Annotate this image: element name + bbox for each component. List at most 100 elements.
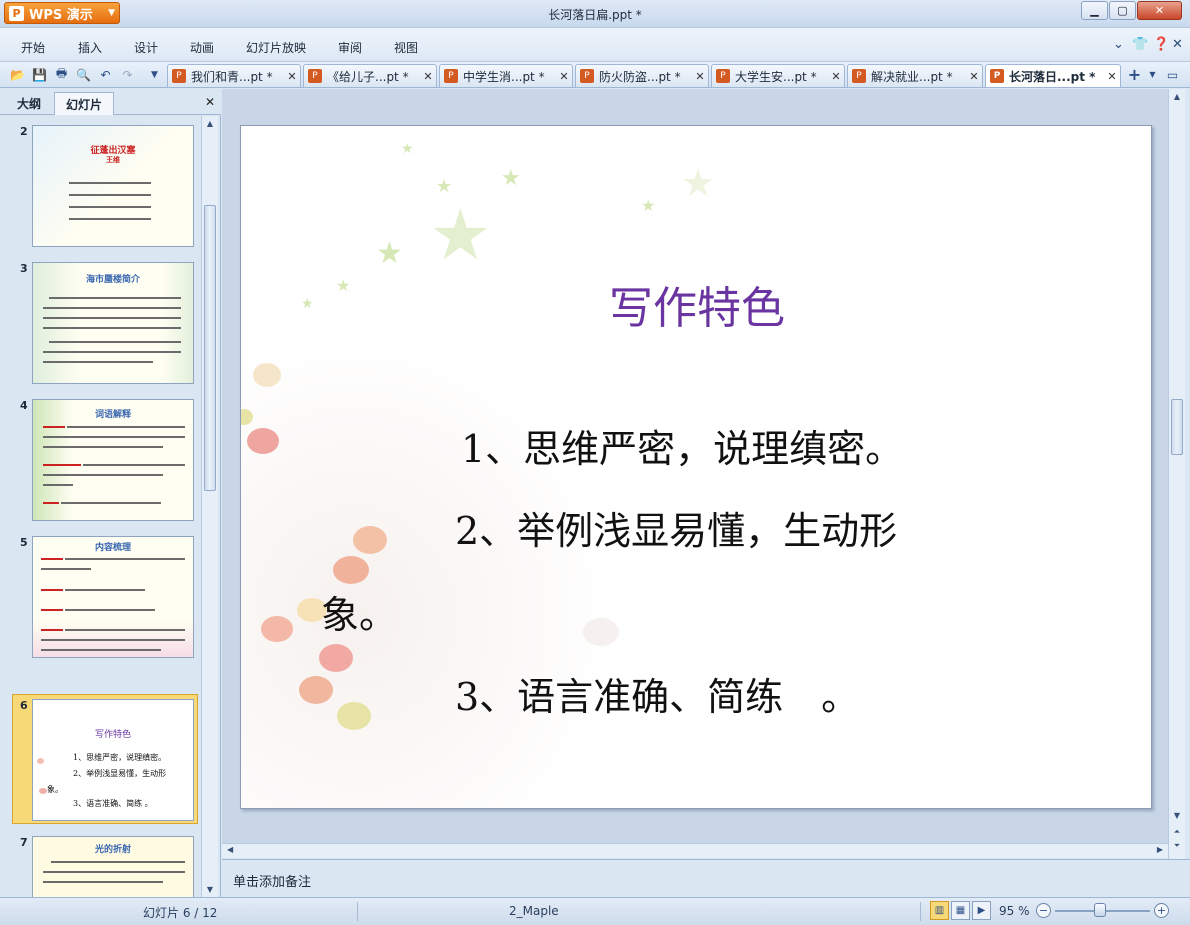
close-doc-icon[interactable]: ✕ bbox=[1172, 37, 1183, 52]
slide-thumbnail-3[interactable]: 海市蜃楼简介 bbox=[32, 262, 194, 384]
scroll-down-icon[interactable]: ▼ bbox=[202, 885, 218, 894]
scrollbar-thumb[interactable] bbox=[204, 205, 216, 491]
close-panel-icon[interactable]: ✕ bbox=[205, 95, 215, 109]
maximize-button[interactable]: ▢ bbox=[1109, 1, 1136, 20]
close-window-button[interactable]: ✕ bbox=[1137, 1, 1182, 20]
slide-thumbnail-2[interactable]: 征蓬出汉塞 王维 bbox=[32, 125, 194, 247]
doc-tab-1[interactable]: P 我们和青...pt * ✕ bbox=[167, 64, 301, 87]
ppt-file-icon: P bbox=[444, 69, 458, 83]
doc-tab-4[interactable]: P 防火防盗...pt * ✕ bbox=[575, 64, 709, 87]
candy-decoration bbox=[319, 644, 353, 672]
slide-title[interactable]: 写作特色 bbox=[241, 272, 1151, 336]
window-layout-icon[interactable]: ▭ bbox=[1164, 66, 1181, 83]
grid-view-icon: ▦ bbox=[955, 905, 966, 916]
doc-tab-3[interactable]: P 中学生消...pt * ✕ bbox=[439, 64, 573, 87]
slide-thumbnail-7[interactable]: 光的折射 bbox=[32, 836, 194, 897]
previous-slide-icon[interactable]: ⏶ bbox=[1169, 827, 1185, 837]
ppt-file-icon: P bbox=[990, 69, 1004, 83]
undo-icon[interactable]: ↶ bbox=[97, 66, 114, 83]
ppt-file-icon: P bbox=[716, 69, 730, 83]
slide-point-2-cont[interactable]: 象。 bbox=[321, 584, 397, 639]
doc-tab-7[interactable]: P 长河落日...pt * ✕ bbox=[985, 64, 1121, 87]
slide-thumbnail-6[interactable]: 写作特色 1、思维严密，说理缜密。 2、举例浅显易懂，生动形 象。 3、语言准确… bbox=[32, 699, 194, 821]
star-decoration-icon: ★ bbox=[641, 196, 656, 215]
ppt-file-icon: P bbox=[852, 69, 866, 83]
scroll-down-icon[interactable]: ▼ bbox=[1169, 811, 1185, 820]
close-tab-icon[interactable]: ✕ bbox=[420, 70, 436, 83]
slide-thumbnail-5[interactable]: 内容梳理 bbox=[32, 536, 194, 658]
doc-tab-6[interactable]: P 解决就业...pt * ✕ bbox=[847, 64, 983, 87]
star-decoration-icon: ★ bbox=[681, 161, 716, 205]
scrollbar-thumb[interactable] bbox=[1171, 399, 1183, 455]
next-slide-icon[interactable]: ⏷ bbox=[1169, 841, 1185, 851]
close-tab-icon[interactable]: ✕ bbox=[828, 70, 844, 83]
doc-tab-5[interactable]: P 大学生安...pt * ✕ bbox=[711, 64, 845, 87]
tab-outline[interactable]: 大纲 bbox=[6, 92, 52, 115]
candy-decoration bbox=[247, 428, 279, 454]
open-folder-icon[interactable]: 📂 bbox=[9, 66, 26, 83]
menu-slideshow[interactable]: 幻灯片放映 bbox=[246, 39, 306, 56]
menu-review[interactable]: 审阅 bbox=[338, 39, 362, 56]
scroll-left-icon[interactable]: ◀ bbox=[227, 845, 233, 854]
close-tab-icon[interactable]: ✕ bbox=[692, 70, 708, 83]
minimize-button[interactable]: ▁ bbox=[1081, 1, 1108, 20]
zoom-out-button[interactable]: − bbox=[1036, 903, 1051, 918]
slide-vertical-scrollbar[interactable]: ▲ ▼ ⏶ ⏷ bbox=[1168, 89, 1185, 859]
current-slide[interactable]: ★ ★ ★ ★ ★ ★ ★ ★ ★ 写作特色 1、思维严密，说理缜密。 2、举例… bbox=[240, 125, 1152, 809]
thumb-number: 6 bbox=[20, 699, 28, 712]
menu-view[interactable]: 视图 bbox=[394, 39, 418, 56]
slide-point-2[interactable]: 2、举例浅显易懂，生动形 bbox=[455, 500, 897, 555]
slides-panel: 大纲 幻灯片 ✕ 2 征蓬出汉塞 王维 3 海市蜃楼简介 4 词语解释 5 内容… bbox=[0, 89, 221, 897]
quick-access-dropdown-icon[interactable]: ▼ bbox=[146, 66, 163, 83]
menu-home[interactable]: 开始 bbox=[21, 39, 45, 56]
window-title: 长河落日扁.ppt * bbox=[548, 8, 642, 22]
slide-point-3[interactable]: 3、语言准确、简练 。 bbox=[455, 666, 859, 721]
scroll-right-icon[interactable]: ▶ bbox=[1157, 845, 1163, 854]
slideshow-button[interactable]: ▶ bbox=[972, 901, 991, 920]
collapse-ribbon-icon[interactable]: ⌄ bbox=[1113, 37, 1124, 52]
zoom-in-button[interactable]: + bbox=[1154, 903, 1169, 918]
slide-point-1[interactable]: 1、思维严密，说理缜密。 bbox=[461, 418, 903, 473]
zoom-slider-handle[interactable] bbox=[1094, 903, 1106, 917]
close-tab-icon[interactable]: ✕ bbox=[966, 70, 982, 83]
thumb-number: 3 bbox=[20, 262, 28, 275]
candy-decoration bbox=[583, 618, 619, 646]
menu-design[interactable]: 设计 bbox=[134, 39, 158, 56]
maximize-icon: ▢ bbox=[1117, 4, 1128, 17]
status-bar: 幻灯片 6 / 12 2_Maple ▥ ▦ ▶ 95 % − + bbox=[0, 897, 1190, 925]
help-icon[interactable]: ❓ bbox=[1153, 37, 1169, 52]
menu-animation[interactable]: 动画 bbox=[190, 39, 214, 56]
minus-icon: − bbox=[1038, 904, 1049, 917]
slide-thumbnail-4[interactable]: 词语解释 bbox=[32, 399, 194, 521]
doc-tab-2[interactable]: P 《给儿子...pt * ✕ bbox=[303, 64, 437, 87]
print-icon[interactable]: 🖶 bbox=[53, 66, 70, 83]
play-icon: ▶ bbox=[977, 905, 986, 916]
redo-icon[interactable]: ↷ bbox=[119, 66, 136, 83]
candy-decoration bbox=[253, 363, 281, 387]
close-tab-icon[interactable]: ✕ bbox=[284, 70, 300, 83]
scroll-up-icon[interactable]: ▲ bbox=[202, 119, 218, 128]
slide-horizontal-scrollbar[interactable]: ◀ ▶ bbox=[222, 843, 1168, 858]
thumbnail-list: 2 征蓬出汉塞 王维 3 海市蜃楼简介 4 词语解释 5 内容梳理 6 写作特色… bbox=[0, 116, 201, 897]
notes-pane[interactable]: 单击添加备注 bbox=[222, 859, 1190, 897]
tab-list-dropdown-icon[interactable]: ▼ bbox=[1144, 66, 1161, 83]
print-preview-icon[interactable]: 🔍 bbox=[75, 66, 92, 83]
close-tab-icon[interactable]: ✕ bbox=[1104, 70, 1120, 83]
title-bar: P WPS 演示 ▼ 长河落日扁.ppt * ▁ ▢ ✕ bbox=[0, 0, 1190, 28]
thumb-number: 2 bbox=[20, 125, 28, 138]
normal-view-button[interactable]: ▥ bbox=[930, 901, 949, 920]
zoom-level: 95 % bbox=[999, 904, 1030, 918]
tab-slides[interactable]: 幻灯片 bbox=[54, 92, 114, 115]
save-icon[interactable]: 💾 bbox=[31, 66, 48, 83]
new-tab-icon[interactable]: + bbox=[1126, 65, 1143, 84]
scroll-up-icon[interactable]: ▲ bbox=[1169, 92, 1185, 101]
slide-sorter-button[interactable]: ▦ bbox=[951, 901, 970, 920]
menu-insert[interactable]: 插入 bbox=[78, 39, 102, 56]
notes-placeholder[interactable]: 单击添加备注 bbox=[233, 871, 311, 890]
star-decoration-icon: ★ bbox=[376, 236, 403, 271]
skin-icon[interactable]: 👕 bbox=[1132, 37, 1148, 52]
ppt-file-icon: P bbox=[308, 69, 322, 83]
close-tab-icon[interactable]: ✕ bbox=[556, 70, 572, 83]
thumbnail-scrollbar[interactable]: ▲ ▼ bbox=[201, 116, 218, 897]
normal-view-icon: ▥ bbox=[934, 905, 945, 916]
